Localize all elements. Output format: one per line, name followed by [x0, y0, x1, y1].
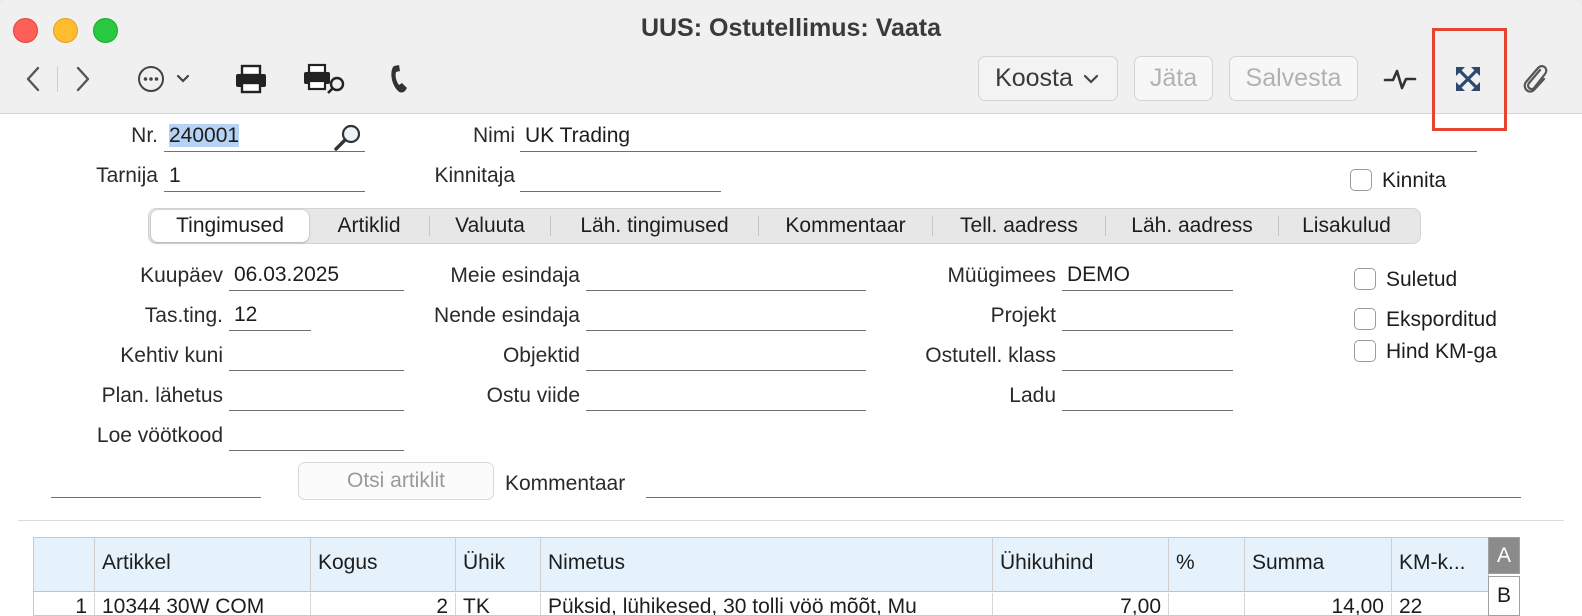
planlahetus-label: Plan. lähetus — [101, 384, 223, 407]
grid-tab-a[interactable]: A — [1488, 537, 1520, 574]
tasting-field[interactable]: 12 — [229, 301, 311, 331]
cell-artikkel[interactable]: 10344 30W COM — [94, 593, 310, 615]
eksporditud-label: Eksporditud — [1386, 308, 1497, 331]
meie-label: Meie esindaja — [450, 264, 580, 287]
more-icon[interactable] — [136, 60, 198, 98]
suletud-checkbox[interactable] — [1354, 268, 1376, 290]
column-header-percent[interactable]: % — [1168, 538, 1244, 592]
kommentaar-label: Kommentaar — [505, 472, 626, 495]
ladu-field[interactable] — [1062, 381, 1233, 411]
nende-label: Nende esindaja — [434, 304, 580, 327]
nimi-label: Nimi — [473, 124, 515, 147]
kinnitaja-field[interactable] — [520, 162, 721, 192]
tab-kommentaar[interactable]: Kommentaar — [759, 210, 932, 242]
toolbar: UUS: Ostutellimus: Vaata Koosta Jäta Sal… — [0, 0, 1582, 114]
search-icon[interactable] — [332, 122, 364, 152]
forward-icon[interactable] — [68, 60, 98, 98]
cell-nimetus[interactable]: Püksid, lühikesed, 30 tolli vöö mõõt, Mu — [540, 593, 992, 615]
table-row[interactable]: 1 10344 30W COM 2 TK Püksid, lühikesed, … — [34, 593, 1488, 616]
column-header-nimetus[interactable]: Nimetus — [540, 538, 992, 592]
cell-percent[interactable] — [1168, 593, 1244, 615]
grid-header: Artikkel Kogus Ühik Nimetus Ühikuhind % … — [34, 538, 1488, 592]
otsi-artiklit-button[interactable]: Otsi artiklit — [298, 462, 494, 500]
jata-button[interactable]: Jäta — [1134, 56, 1213, 101]
klass-label: Ostutell. klass — [925, 344, 1056, 367]
kommentaar-field[interactable] — [646, 468, 1521, 498]
projekt-label: Projekt — [990, 304, 1056, 327]
section-divider — [18, 520, 1564, 521]
myygimees-label: Müügimees — [947, 264, 1056, 287]
grid-tab-b[interactable]: B — [1488, 576, 1520, 616]
row-number: 1 — [75, 595, 87, 616]
kuupaev-field[interactable]: 06.03.2025 — [229, 261, 404, 291]
kehtiv-label: Kehtiv kuni — [120, 344, 223, 367]
eksporditud-checkbox[interactable] — [1354, 308, 1376, 330]
tarnija-field[interactable]: 1 — [164, 162, 365, 192]
article-search-field[interactable] — [51, 468, 261, 498]
suletud-label: Suletud — [1386, 268, 1458, 291]
kinnitaja-label: Kinnitaja — [434, 164, 515, 187]
cell-km-kood[interactable]: 22 — [1391, 593, 1488, 615]
myygimees-field[interactable]: DEMO — [1062, 261, 1233, 291]
meie-field[interactable] — [586, 261, 866, 291]
column-header-km-kood[interactable]: KM-k... — [1391, 538, 1488, 592]
cell-uhik[interactable]: TK — [455, 593, 540, 615]
kuupaev-label: Kuupäev — [140, 264, 223, 287]
column-header-kogus[interactable]: Kogus — [310, 538, 455, 592]
column-header-summa[interactable]: Summa — [1244, 538, 1391, 592]
loe-label: Loe vöötkood — [96, 424, 223, 447]
ladu-label: Ladu — [1009, 384, 1056, 407]
column-header-row[interactable] — [34, 538, 94, 592]
column-header-artikkel[interactable]: Artikkel — [94, 538, 310, 592]
tab-bar: Tingimused Artiklid Valuuta Läh. tingimu… — [148, 208, 1421, 244]
nimi-field[interactable]: UK Trading — [520, 122, 1477, 152]
ostuviide-label: Ostu viide — [486, 384, 580, 407]
print-preview-icon[interactable] — [302, 60, 348, 98]
hindkm-checkbox[interactable] — [1354, 340, 1376, 362]
tasting-label: Tas.ting. — [144, 304, 223, 327]
klass-field[interactable] — [1062, 341, 1233, 371]
salvesta-button[interactable]: Salvesta — [1229, 56, 1358, 101]
nende-field[interactable] — [586, 301, 866, 331]
chevron-down-icon — [1083, 74, 1099, 84]
tab-lah-tingimused[interactable]: Läh. tingimused — [551, 210, 758, 242]
tab-tingimused[interactable]: Tingimused — [151, 210, 309, 242]
tab-valuuta[interactable]: Valuuta — [430, 210, 550, 242]
cell-summa[interactable]: 14,00 — [1244, 593, 1391, 615]
kinnita-label: Kinnita — [1382, 169, 1447, 192]
nr-value: 240001 — [169, 124, 240, 147]
hindkm-label: Hind KM-ga — [1386, 340, 1497, 363]
objektid-field[interactable] — [586, 341, 866, 371]
tarnija-label: Tarnija — [96, 164, 158, 187]
column-header-uhikuhind[interactable]: Ühikuhind — [992, 538, 1168, 592]
loe-field[interactable] — [229, 421, 404, 451]
tab-lisakulud[interactable]: Lisakulud — [1279, 210, 1414, 242]
nr-label: Nr. — [131, 124, 158, 147]
window-title: UUS: Ostutellimus: Vaata — [640, 14, 942, 42]
nav-divider — [57, 66, 58, 92]
tab-lah-aadress[interactable]: Läh. aadress — [1106, 210, 1278, 242]
koosta-dropdown[interactable]: Koosta — [978, 56, 1118, 101]
back-icon[interactable] — [18, 60, 48, 98]
column-header-uhik[interactable]: Ühik — [455, 538, 540, 592]
tab-artiklid[interactable]: Artiklid — [309, 210, 429, 242]
items-grid: Artikkel Kogus Ühik Nimetus Ühikuhind % … — [33, 537, 1489, 616]
cell-uhikuhind[interactable]: 7,00 — [992, 593, 1168, 615]
projekt-field[interactable] — [1062, 301, 1233, 331]
koosta-label: Koosta — [995, 64, 1073, 92]
phone-icon[interactable] — [384, 60, 416, 98]
objektid-label: Objektid — [502, 344, 580, 367]
activity-icon[interactable] — [1382, 60, 1418, 98]
ostuviide-field[interactable] — [586, 381, 866, 411]
kinnita-checkbox[interactable] — [1350, 169, 1372, 191]
cell-kogus[interactable]: 2 — [310, 593, 455, 615]
purchase-order-window: UUS: Ostutellimus: Vaata Koosta Jäta Sal… — [0, 0, 1582, 616]
kehtiv-field[interactable] — [229, 341, 404, 371]
paperclip-icon[interactable] — [1518, 60, 1552, 98]
printer-icon[interactable] — [232, 60, 270, 98]
planlahetus-field[interactable] — [229, 381, 404, 411]
tab-tell-aadress[interactable]: Tell. aadress — [933, 210, 1105, 242]
expand-highlight — [1432, 28, 1507, 131]
